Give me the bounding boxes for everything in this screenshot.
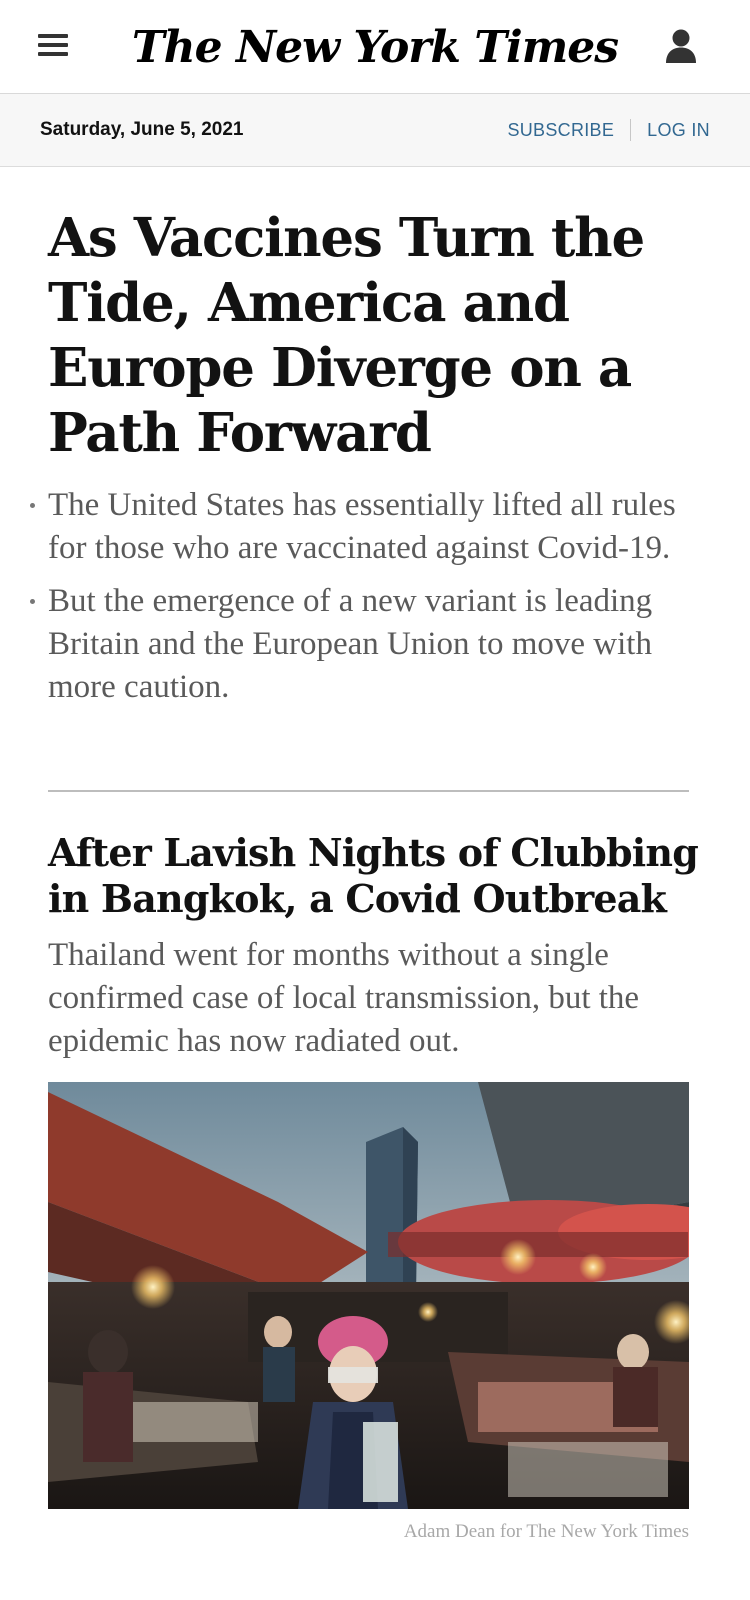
top-header: The New York Times	[0, 0, 750, 94]
login-link[interactable]: LOG IN	[647, 118, 710, 142]
date-bar: Saturday, June 5, 2021 SUBSCRIBE LOG IN	[0, 94, 750, 167]
second-story-summary: Thailand went for months without a singl…	[48, 937, 640, 1059]
auth-divider	[630, 119, 632, 141]
summary-bullet-text: The United States has essentially lifted…	[48, 487, 676, 566]
user-account-icon[interactable]	[664, 28, 698, 64]
bullet-dot-icon	[30, 503, 35, 508]
summary-bullet-text: But the emergence of a new variant is le…	[48, 583, 653, 705]
second-story-headline[interactable]: After Lavish Nights of Clubbing in Bangk…	[48, 830, 708, 922]
story-photo[interactable]	[48, 1082, 689, 1509]
current-date: Saturday, June 5, 2021	[40, 119, 244, 140]
summary-bullet: The United States has essentially lifted…	[30, 484, 708, 570]
market-photo-illustration	[48, 1082, 689, 1509]
summary-bullet: But the emergence of a new variant is le…	[30, 580, 708, 709]
lead-summary-list: The United States has essentially lifted…	[30, 484, 708, 709]
subscribe-link[interactable]: SUBSCRIBE	[507, 118, 614, 142]
story-divider	[48, 790, 689, 792]
second-story[interactable]: After Lavish Nights of Clubbing in Bangk…	[48, 830, 708, 1063]
auth-links: SUBSCRIBE LOG IN	[507, 118, 710, 142]
image-credit: Adam Dean for The New York Times	[403, 1521, 689, 1542]
lead-headline[interactable]: As Vaccines Turn the Tide, America and E…	[48, 206, 708, 466]
nyt-logo[interactable]: The New York Times	[0, 20, 750, 76]
bullet-dot-icon	[30, 599, 35, 604]
lead-story[interactable]: As Vaccines Turn the Tide, America and E…	[30, 206, 708, 719]
